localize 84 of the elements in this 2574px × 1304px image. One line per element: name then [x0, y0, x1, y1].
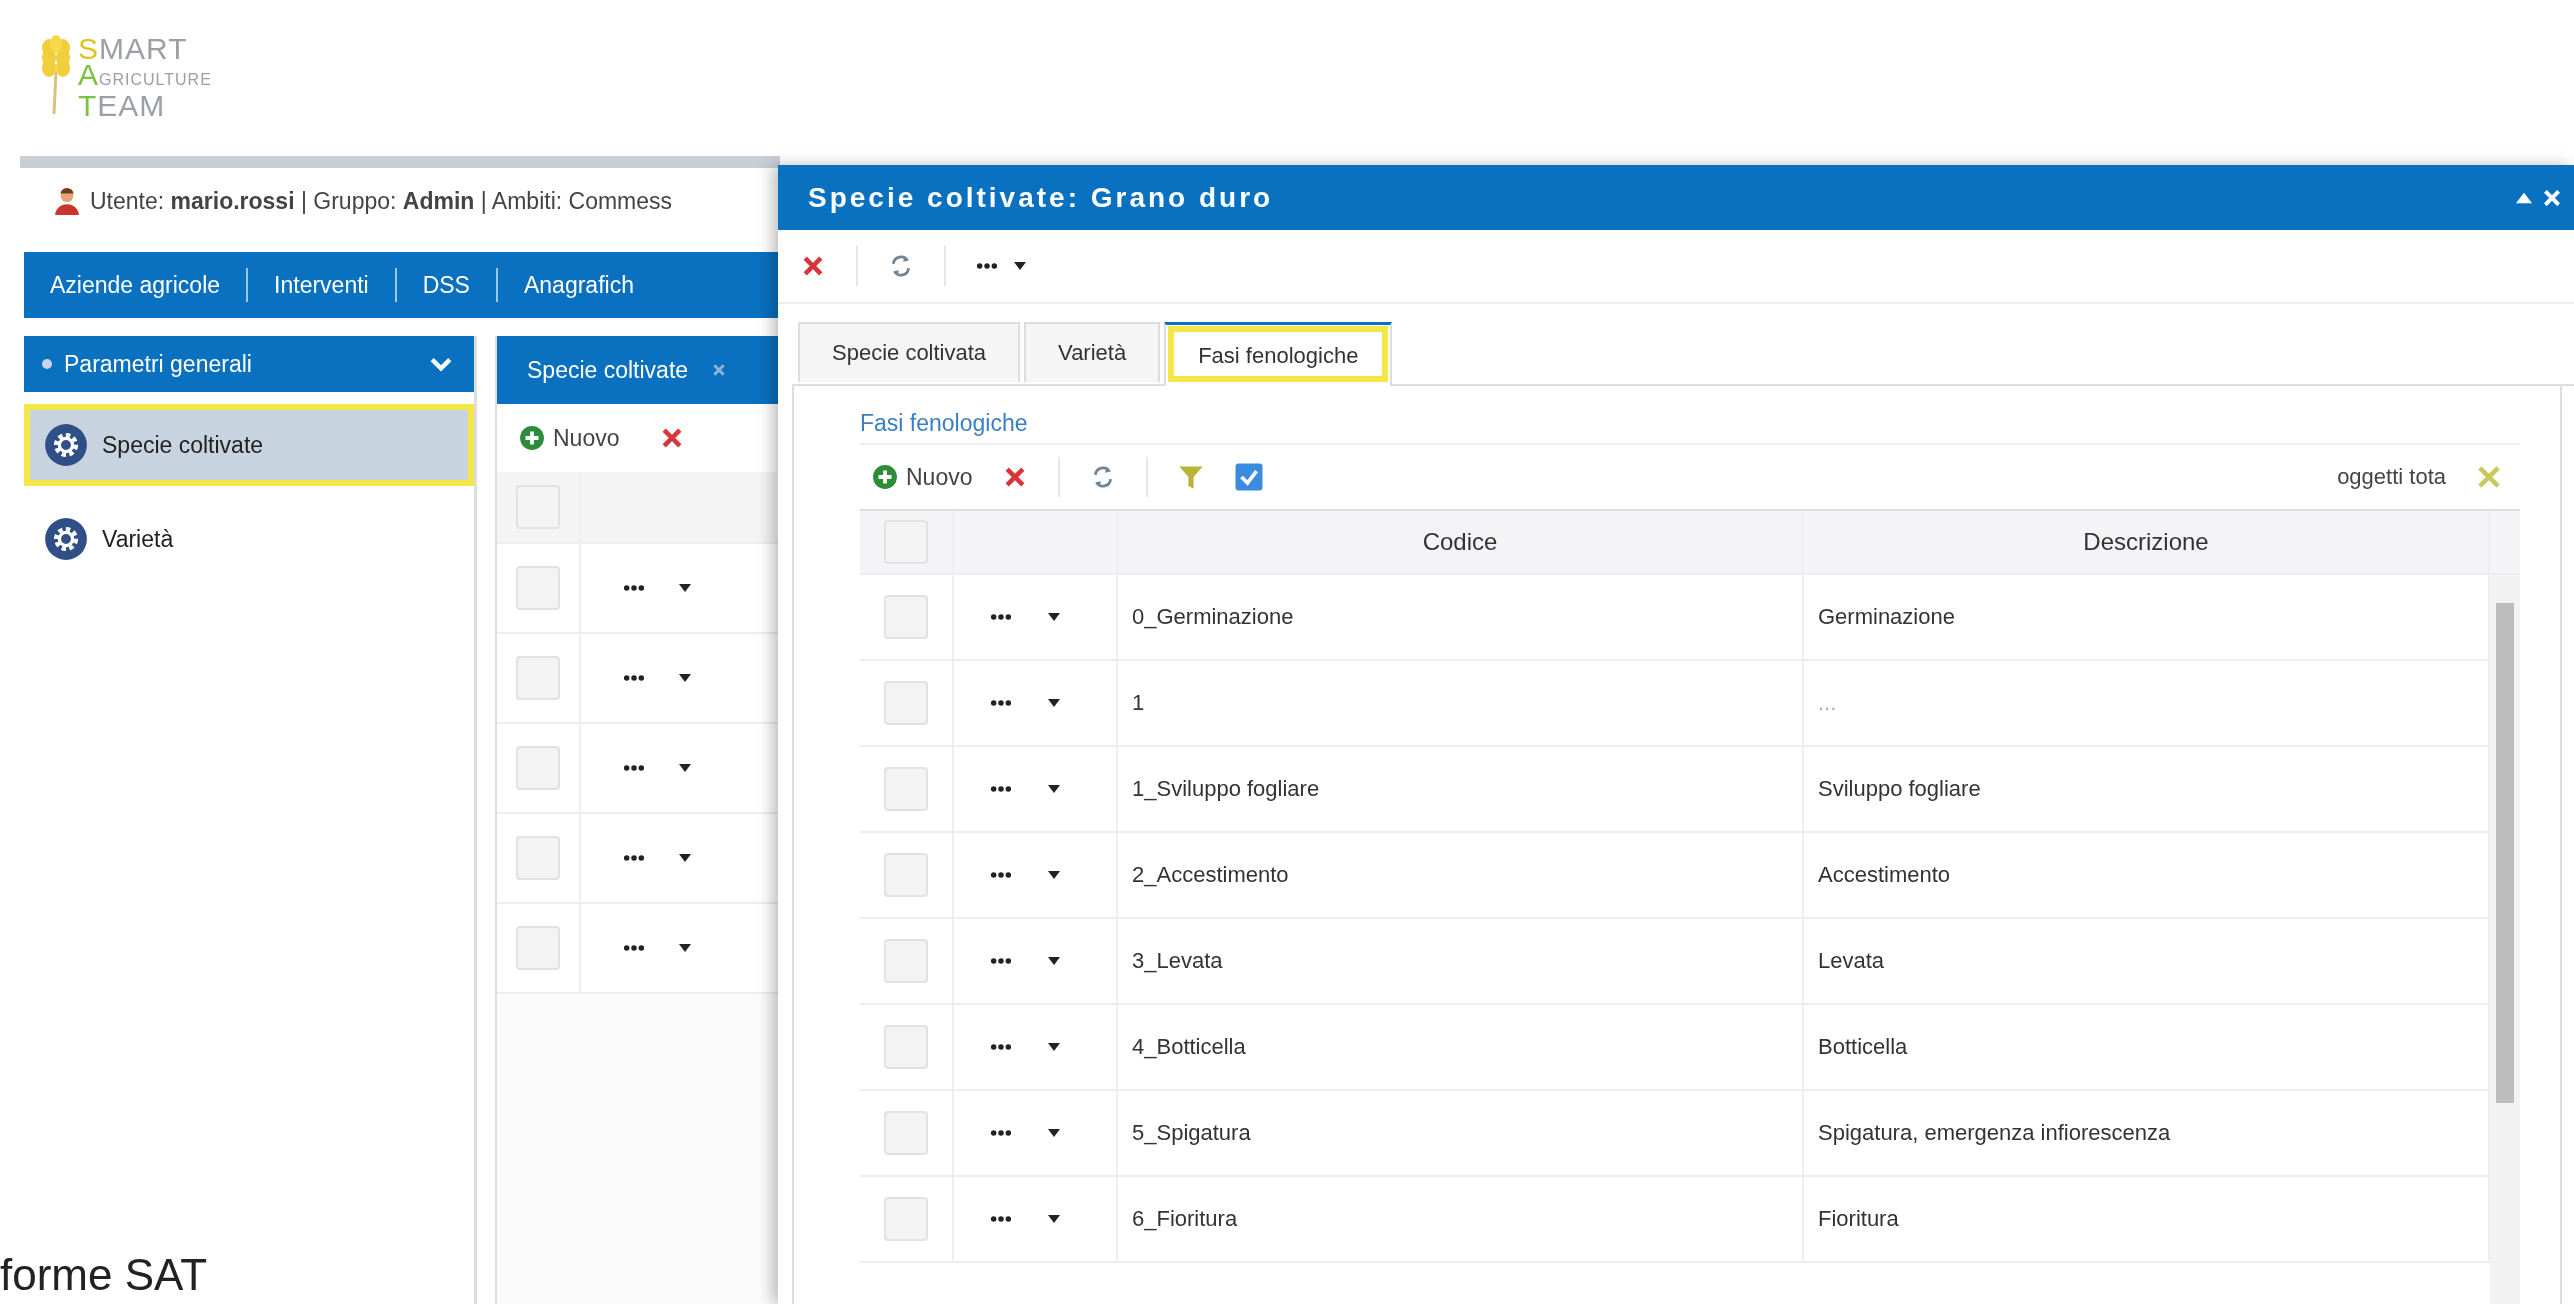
more-icon[interactable]: [990, 1129, 1012, 1137]
gear-icon: [44, 517, 88, 561]
checkbox[interactable]: [516, 926, 560, 970]
caret-icon[interactable]: [1048, 1129, 1060, 1137]
caret-icon[interactable]: [1048, 613, 1060, 621]
menu-item[interactable]: Interventi: [248, 271, 395, 299]
gear-icon: [44, 423, 88, 467]
table-cell: 0_Germinazione: [1118, 575, 1804, 659]
checkbox[interactable]: [884, 939, 928, 983]
caret-icon[interactable]: [679, 764, 691, 772]
more-icon[interactable]: [990, 699, 1012, 707]
tab[interactable]: Fasi fenologiche: [1164, 322, 1393, 386]
more-icon[interactable]: [623, 854, 645, 862]
more-icon[interactable]: [990, 871, 1012, 879]
bullet-icon: [42, 359, 52, 369]
scrollbar[interactable]: [2490, 575, 2520, 1304]
panel-tab-label: Specie coltivate: [527, 356, 689, 384]
section-title: Fasi fenologiche: [860, 410, 1028, 437]
add-icon: [872, 464, 898, 490]
checkbox[interactable]: [884, 1111, 928, 1155]
caret-icon[interactable]: [1048, 785, 1060, 793]
checkbox[interactable]: [884, 595, 928, 639]
menu-item[interactable]: DSS: [396, 271, 496, 299]
more-icon[interactable]: [623, 584, 645, 592]
caret-icon[interactable]: [1048, 871, 1060, 879]
caret-icon[interactable]: [679, 674, 691, 682]
sidebar-item-label: Specie coltivate: [102, 431, 264, 459]
caret-icon[interactable]: [679, 944, 691, 952]
object-count: oggetti tota: [2337, 464, 2446, 490]
more-icon[interactable]: [990, 613, 1012, 621]
column-header[interactable]: Codice: [1118, 511, 1804, 573]
sidebar-item-label: Varietà: [102, 525, 174, 553]
caret-icon[interactable]: [1048, 957, 1060, 965]
table-cell: 4_Botticella: [1118, 1005, 1804, 1089]
checkbox[interactable]: [884, 681, 928, 725]
column-header[interactable]: Descrizione: [1804, 511, 2490, 573]
dialog-title: Specie coltivate: Grano duro: [808, 181, 1275, 214]
panel-tab[interactable]: Specie coltivate: [497, 336, 780, 404]
more-icon[interactable]: [990, 1043, 1012, 1051]
checkbox[interactable]: [884, 853, 928, 897]
logo-text: AGRICULTURE: [78, 64, 212, 91]
tab[interactable]: Varietà: [1024, 322, 1161, 382]
menu-item[interactable]: Anagrafich: [497, 271, 660, 299]
more-icon[interactable]: [623, 764, 645, 772]
table-cell: 2_Accestimento: [1118, 833, 1804, 917]
table-cell: 1_Sviluppo fogliare: [1118, 747, 1804, 831]
user-icon: [54, 187, 80, 215]
checkbox[interactable]: [884, 767, 928, 811]
caret-icon[interactable]: [1048, 1215, 1060, 1223]
sidebar-header[interactable]: Parametri generali: [24, 336, 474, 392]
caret-icon[interactable]: [1048, 1043, 1060, 1051]
checkbox[interactable]: [884, 1025, 928, 1069]
sidebar-item[interactable]: Specie coltivate: [24, 404, 474, 486]
chevron-icon[interactable]: [430, 356, 452, 372]
checkbox[interactable]: [516, 566, 560, 610]
more-icon[interactable]: [990, 1215, 1012, 1223]
menu-item[interactable]: Aziende agricole: [24, 271, 247, 299]
table-cell: 1: [1118, 661, 1804, 745]
caret-icon[interactable]: [679, 854, 691, 862]
logo-text: SMART: [78, 34, 189, 64]
table-cell: 6_Fioritura: [1118, 1177, 1804, 1261]
table-cell: 5_Spigatura: [1118, 1091, 1804, 1175]
checkbox[interactable]: [516, 836, 560, 880]
checkbox[interactable]: [884, 1197, 928, 1241]
more-icon[interactable]: [623, 674, 645, 682]
caret-icon[interactable]: [1014, 262, 1026, 270]
user-info: Utente: mario.rossi | Gruppo: Admin | Ambiti: Commess: [90, 187, 673, 215]
more-icon[interactable]: [990, 785, 1012, 793]
tab[interactable]: Specie coltivata: [798, 322, 1021, 382]
checkbox[interactable]: [516, 746, 560, 790]
more-icon[interactable]: [976, 262, 998, 270]
sidebar-item[interactable]: Varietà: [24, 498, 474, 580]
checkbox[interactable]: [516, 656, 560, 700]
select-all-icon[interactable]: [1234, 462, 1265, 492]
sidebar-title: Parametri generali: [64, 350, 253, 378]
new-button[interactable]: Nuovo: [519, 424, 620, 452]
table-cell: 3_Levata: [1118, 919, 1804, 1003]
caret-icon[interactable]: [679, 584, 691, 592]
caret-icon[interactable]: [1048, 699, 1060, 707]
new-button[interactable]: Nuovo: [872, 463, 973, 491]
add-icon: [519, 425, 545, 451]
more-icon[interactable]: [623, 944, 645, 952]
logo-text: TEAM: [78, 91, 167, 121]
more-icon[interactable]: [990, 957, 1012, 965]
